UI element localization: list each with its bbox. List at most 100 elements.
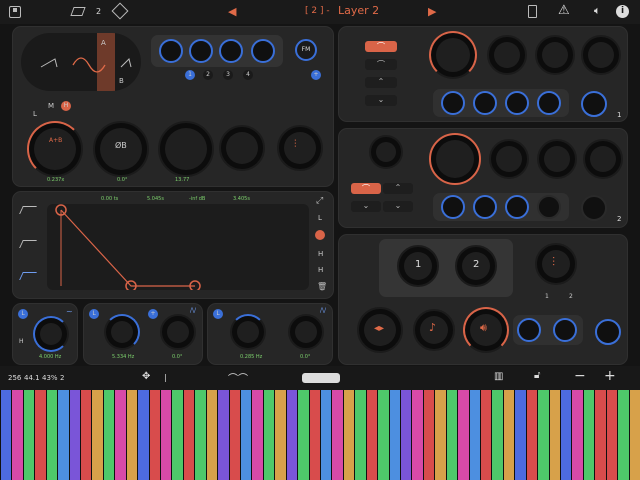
output-knob[interactable] [277,125,323,171]
layers-add-icon[interactable] [111,2,129,20]
piano-key[interactable] [34,390,46,480]
lmh-m[interactable]: M [48,102,54,110]
piano-key[interactable] [137,390,149,480]
lfo3-phase-knob[interactable] [288,314,324,350]
filter2-mod-4[interactable] [537,195,561,219]
gamepad-icon[interactable]: ✥ [142,371,150,382]
piano-key[interactable] [491,390,503,480]
piano-key[interactable] [434,390,446,480]
piano-key[interactable] [411,390,423,480]
lmh-h[interactable]: H [61,101,71,111]
piano-key[interactable] [445,390,458,480]
piano-key[interactable] [0,390,12,480]
mod-knob-3[interactable] [219,39,243,63]
piano-key[interactable] [537,390,549,480]
env-side-l[interactable]: L [318,214,322,222]
filter2-routing-knob[interactable] [369,135,403,169]
filter1-res-knob[interactable] [487,35,527,75]
filter2-drive-knob[interactable] [581,195,607,221]
lmh-l[interactable]: L [33,110,37,118]
mod-knob-4[interactable] [251,39,275,63]
filter2-env-knob[interactable] [583,139,623,179]
piano-key[interactable] [354,390,366,480]
piano-key[interactable] [285,390,298,480]
piano-key[interactable] [548,390,560,480]
filter2-keytrack-knob[interactable] [537,139,577,179]
env-shape-2-icon[interactable] [19,240,37,248]
piano-key[interactable] [342,390,355,480]
fm-link-button[interactable]: + [311,70,321,80]
volume-icon[interactable]: 🔈︎ [594,4,601,18]
piano-key[interactable] [22,390,35,480]
filter1-keytrack-knob[interactable] [535,35,575,75]
filter1-mod-2[interactable] [473,91,497,115]
piano-key[interactable] [148,390,160,480]
piano-key[interactable] [171,390,183,480]
warning-icon[interactable]: ⚠ [558,3,570,18]
piano-key[interactable] [194,390,206,480]
filter2-mode-hp[interactable]: ⌄ [351,201,381,212]
piano-key[interactable] [457,390,469,480]
env-side-active[interactable] [315,230,325,240]
piano-key[interactable] [422,390,435,480]
voice-3-button[interactable]: 3 [223,70,233,80]
fm-button[interactable]: FM [295,39,317,61]
filter1-mode-bp[interactable]: ⌒ [365,59,397,70]
mix-knob[interactable] [535,243,577,285]
lfo2-phase-knob[interactable] [160,314,196,350]
piano-key[interactable] [11,390,23,480]
piano-key[interactable] [68,390,80,480]
clipboard-icon[interactable] [528,5,537,18]
piano-key[interactable] [91,390,103,480]
filter-knob[interactable] [158,121,214,177]
filter2-mod-3[interactable] [505,195,529,219]
filter2-mode-bp[interactable]: ⌃ [383,183,413,194]
filter1-mode-notch[interactable]: ⌄ [365,95,397,106]
filter2-mode-notch[interactable]: ⌄ [383,201,413,212]
ab-mix-knob[interactable] [27,121,83,177]
next-layer-button[interactable]: ▶ [428,5,436,18]
piano-key[interactable] [297,390,309,480]
piano-key[interactable] [514,390,526,480]
lfo2-sync-button[interactable]: + [148,309,158,319]
env-shape-1-icon[interactable] [19,206,37,214]
filter2-res-knob[interactable] [489,139,529,179]
piano-key[interactable] [262,390,275,480]
piano-key[interactable] [102,390,115,480]
piano-key[interactable] [240,390,252,480]
lock-icon[interactable]: 🔓︎ [534,370,540,381]
filter1-cutoff-knob[interactable] [429,31,477,79]
filter1-mode-hp[interactable]: ⌃ [365,77,397,88]
filter1-mod-3[interactable] [505,91,529,115]
filter2-mod-1[interactable] [441,195,465,219]
piano-key[interactable] [571,390,583,480]
piano-key[interactable] [182,390,195,480]
piano-key[interactable] [308,390,320,480]
piano-key[interactable] [274,390,286,480]
piano-key[interactable] [320,390,332,480]
voice-1-button[interactable]: 1 [185,70,195,80]
piano-key[interactable] [468,390,480,480]
zoom-in-button[interactable]: + [604,368,616,384]
piano-key[interactable] [400,390,412,480]
amp-mod-1[interactable] [517,318,541,342]
prev-layer-button[interactable]: ◀ [228,5,236,18]
filter1-env-knob[interactable] [581,35,621,75]
envelope-graph[interactable] [47,204,309,292]
filter2-mod-2[interactable] [473,195,497,219]
trash-icon[interactable]: 🗑︎ [317,282,327,291]
filter1-mod-4[interactable] [537,91,561,115]
piano-key[interactable] [205,390,218,480]
piano-key[interactable] [217,390,229,480]
info-icon[interactable]: i [616,5,629,18]
layers-icon[interactable] [70,7,86,16]
lfo2-rate-knob[interactable] [104,314,140,350]
zoom-out-button[interactable]: − [574,368,586,384]
piano-key[interactable] [251,390,263,480]
piano-key[interactable] [80,390,92,480]
piano-key[interactable] [377,390,389,480]
keyboard-mode-button[interactable] [302,373,340,383]
wave-indicator-icon[interactable]: ⌒⌒ [228,370,248,385]
mod-knob-2[interactable] [189,39,213,63]
lfo2-l-button[interactable]: L [89,309,99,319]
